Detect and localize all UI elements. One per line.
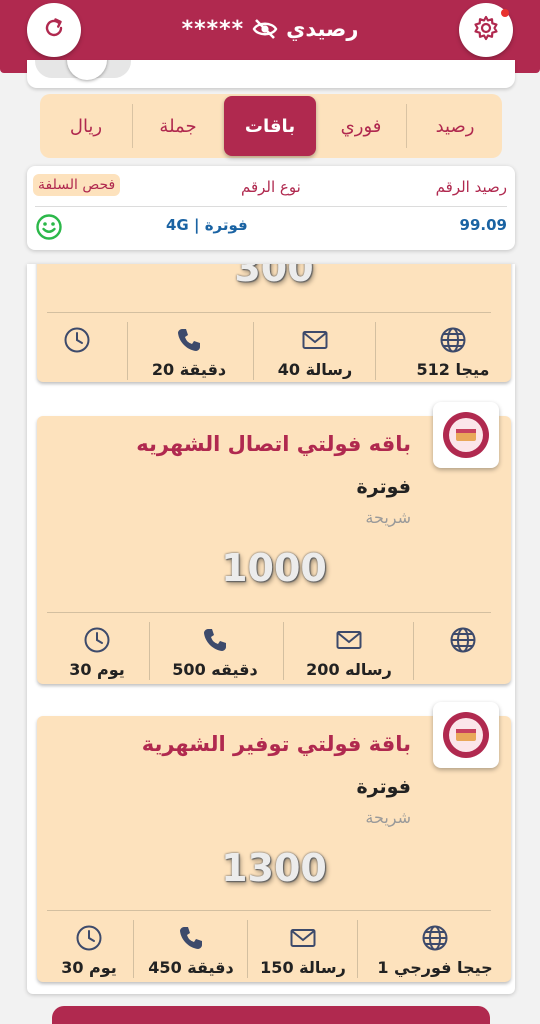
data-amount: 1 جيجا فورجي (377, 958, 493, 977)
sms-feature: 150 رسالة (251, 924, 355, 977)
page-title: رصيدي (286, 17, 359, 41)
smiley-icon (36, 214, 62, 240)
loan-check-button[interactable]: فحص السلفة (33, 174, 121, 196)
line-type: فوترة (204, 216, 248, 234)
clock-icon (84, 627, 110, 653)
balance-label: رصيد الرقم (435, 178, 507, 196)
package-divider (47, 312, 491, 313)
package-card[interactable]: باقة فولتي توفير الشهرية فوترة شريحة 130… (37, 702, 511, 982)
tab-instant[interactable]: فوري (318, 94, 404, 158)
settings-button[interactable] (459, 3, 513, 57)
globe-icon (440, 327, 466, 353)
clock-icon (76, 925, 102, 951)
number-type-label: نوع الرقم (241, 178, 301, 196)
operator-logo (433, 402, 499, 468)
mail-icon (336, 631, 362, 649)
type-separator: | (193, 216, 200, 234)
feature-divider (133, 920, 134, 978)
feature-divider (253, 322, 254, 380)
calls-feature: 450 دقيقة (137, 924, 245, 977)
validity-amount: 30 يوم (61, 958, 117, 977)
phone-icon (178, 329, 200, 351)
network-badge: 4G (166, 216, 189, 234)
tab-balance[interactable]: رصيد (408, 94, 502, 158)
sms-feature: 40 رسالة (263, 326, 367, 379)
phone-icon (180, 927, 202, 949)
operator-logo (433, 702, 499, 768)
phone-icon (204, 629, 226, 651)
calls-amount: 500 دقيقه (172, 660, 258, 679)
notification-dot (501, 9, 509, 17)
refresh-button[interactable] (27, 3, 81, 57)
feature-divider (149, 622, 150, 680)
mail-icon (290, 929, 316, 947)
masked-number: ***** (181, 16, 245, 42)
package-title: باقه فولتي اتصال الشهريه (136, 432, 411, 456)
data-amount: 512 ميجا (416, 360, 490, 379)
package-title: باقة فولتي توفير الشهرية (141, 732, 411, 756)
validity-feature: 30 يوم (47, 626, 147, 679)
validity-amount: 30 يوم (69, 660, 125, 679)
data-feature: 1 جيجا فورجي (367, 924, 503, 977)
gear-icon (472, 14, 500, 46)
feature-divider (357, 920, 358, 978)
package-divider (47, 612, 491, 613)
package-divider (47, 910, 491, 911)
mail-icon (302, 331, 328, 349)
balance-value: 99.09 (459, 216, 507, 234)
globe-icon (450, 627, 476, 653)
mode-toggle-strip (27, 60, 515, 88)
data-feature: 512 ميجا (401, 326, 505, 379)
package-billing-type: فوترة (356, 476, 411, 498)
eye-off-icon[interactable] (252, 18, 278, 40)
calls-amount: 450 دقيقة (148, 958, 234, 977)
calls-amount: 20 دقيقة (151, 360, 227, 379)
feature-divider (127, 322, 128, 380)
data-feature (423, 626, 503, 660)
info-divider (35, 206, 507, 207)
sms-feature: 200 رساله (287, 626, 411, 679)
tab-riyal[interactable]: ريال (40, 94, 132, 158)
feature-divider (413, 622, 414, 680)
package-subtitle: شريحة (365, 508, 411, 527)
sms-amount: 150 رسالة (260, 958, 346, 977)
calls-feature: 500 دقيقه (151, 626, 279, 679)
validity-feature (37, 326, 117, 360)
sms-amount: 40 رسالة (277, 360, 353, 379)
clock-icon (64, 327, 90, 353)
package-card[interactable]: باقه فولتي اتصال الشهريه فوترة شريحة 100… (37, 402, 511, 684)
feature-divider (247, 920, 248, 978)
tab-packages[interactable]: باقات (224, 96, 316, 156)
refresh-icon (42, 16, 66, 44)
tab-divider (406, 104, 407, 148)
tab-bulk[interactable]: جملة (134, 94, 222, 158)
package-card[interactable]: 300 512 ميجا 40 رسالة 20 دقيقة (37, 264, 511, 382)
tab-divider (132, 104, 133, 148)
account-info-card: رصيد الرقم نوع الرقم فحص السلفة 99.09 4G… (27, 166, 515, 250)
calls-feature: 20 دقيقة (137, 326, 241, 379)
validity-feature: 30 يوم (47, 924, 131, 977)
feature-divider (375, 322, 376, 380)
number-type-value: 4G | فوترة (166, 216, 248, 234)
package-price: 1000 (221, 546, 327, 590)
package-price: 300 (234, 264, 314, 290)
sms-amount: 200 رساله (306, 660, 392, 679)
bottom-action-button[interactable] (52, 1006, 490, 1024)
package-subtitle: شريحة (365, 808, 411, 827)
package-price: 1300 (221, 846, 327, 890)
tab-bar: رصيد فوري باقات جملة ريال (40, 94, 502, 158)
globe-icon (422, 925, 448, 951)
feature-divider (283, 622, 284, 680)
package-billing-type: فوترة (356, 776, 411, 798)
packages-list[interactable]: 300 512 ميجا 40 رسالة 20 دقيقة باقه فولت… (27, 264, 515, 994)
